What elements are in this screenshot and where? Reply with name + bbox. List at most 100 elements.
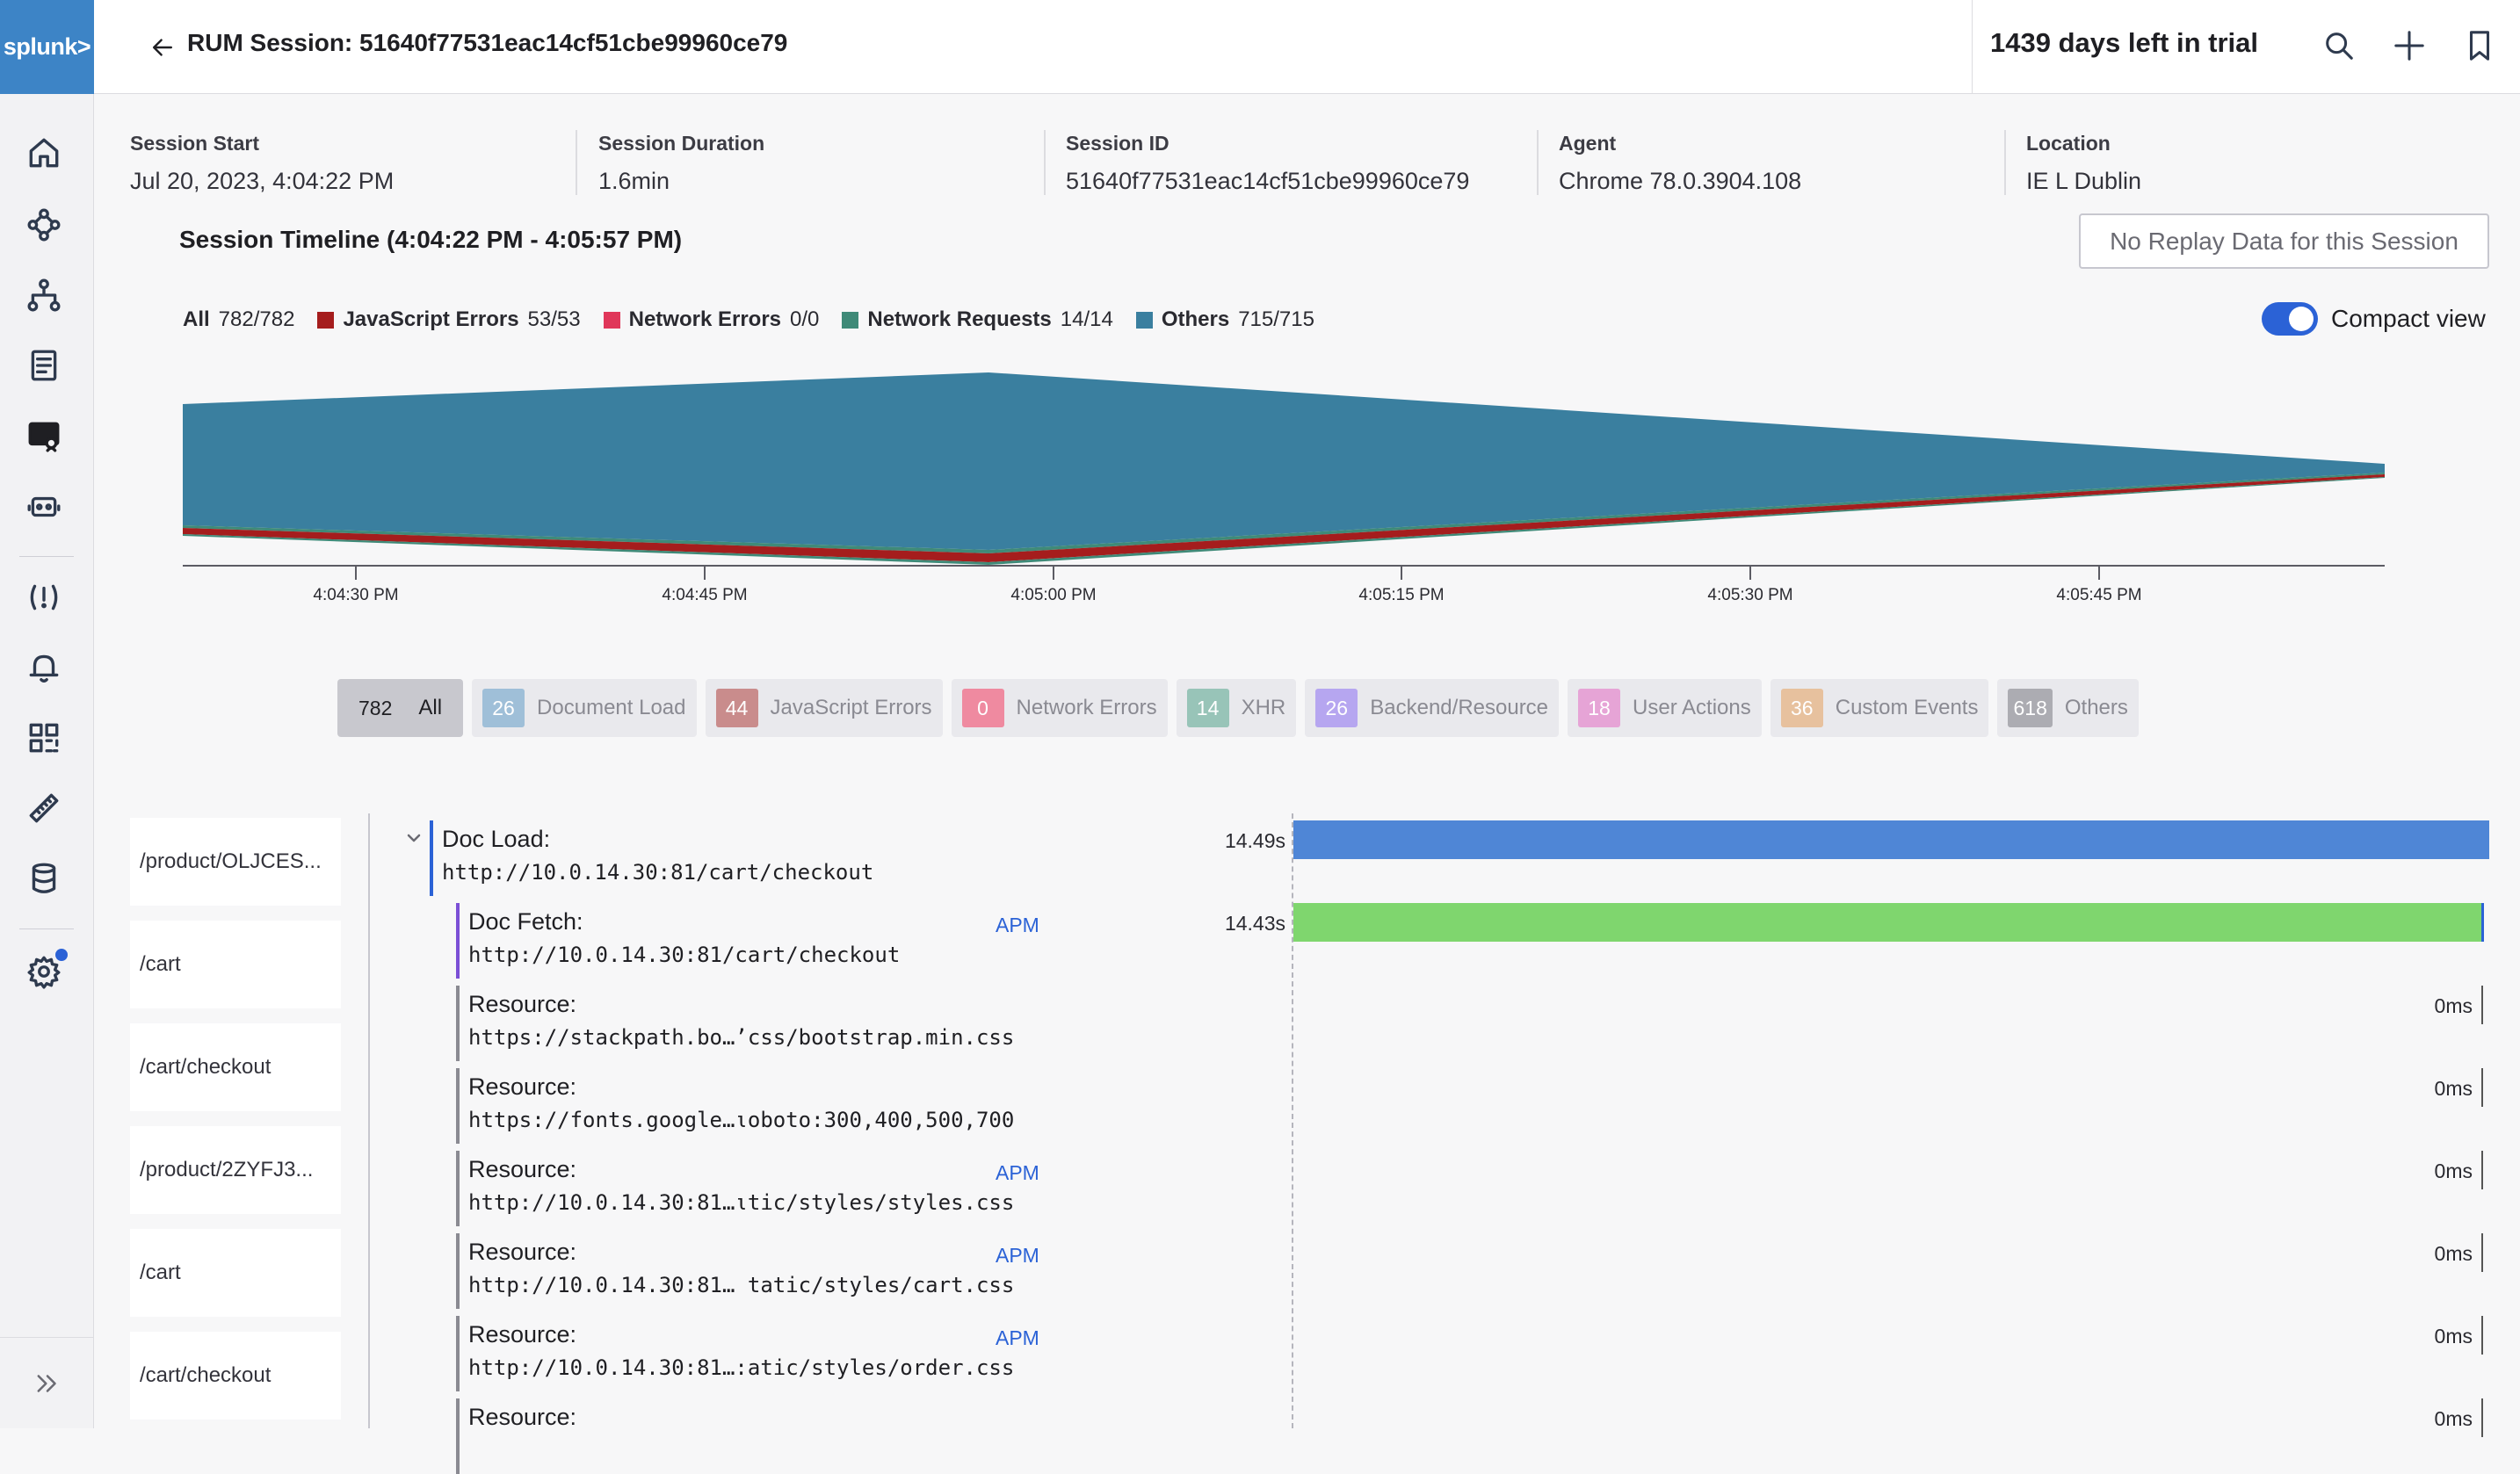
zero-duration-marker xyxy=(2481,1151,2483,1189)
compact-view-toggle[interactable] xyxy=(2262,302,2318,336)
filter-chip[interactable]: 26 Backend/Resource xyxy=(1305,679,1560,737)
event-duration: 0ms xyxy=(2434,1160,2473,1182)
filter-chip[interactable]: 0 Network Errors xyxy=(951,679,1168,737)
apm-link[interactable]: APM xyxy=(996,1326,1039,1350)
nav-divider xyxy=(19,556,74,557)
filter-chip[interactable]: 782 All xyxy=(337,679,464,737)
session-start: Session Start Jul 20, 2023, 4:04:22 PM xyxy=(130,132,394,195)
back-arrow-icon[interactable] xyxy=(143,28,182,67)
zero-duration-marker xyxy=(2481,1316,2483,1355)
filter-chip[interactable]: 36 Custom Events xyxy=(1770,679,1989,737)
event-duration: 0ms xyxy=(2434,1407,2473,1430)
trial-divider xyxy=(1972,0,1973,93)
session-id-value: 51640f77531eac14cf51cbe99960ce79 xyxy=(1066,168,1470,194)
event-type-filters: 782 All 26 Document Load 44 JavaScript Errors… xyxy=(337,679,2147,737)
legend-item[interactable]: All 782/782 xyxy=(183,307,294,332)
legend-item[interactable]: JavaScript Errors 53/53 xyxy=(317,307,581,332)
filter-chip-label: Document Load xyxy=(537,696,686,719)
rum-browser-icon[interactable] xyxy=(25,416,63,455)
ruler-icon[interactable] xyxy=(25,789,63,827)
event-row[interactable]: Resource: https://fonts.google…ιoboto:300… xyxy=(456,1068,1071,1144)
filter-chip-count: 26 xyxy=(1315,689,1358,727)
event-duration: 14.49s xyxy=(1224,829,1285,852)
filter-chip[interactable]: 18 User Actions xyxy=(1568,679,1762,737)
event-row[interactable]: Resource: http://10.0.14.30:81…:atic/styl… xyxy=(456,1316,1071,1391)
database-icon[interactable] xyxy=(25,859,63,898)
doc-load-duration-bar[interactable] xyxy=(1293,820,2489,859)
plus-icon[interactable] xyxy=(2388,25,2430,67)
event-row[interactable]: Doc Load: http://10.0.14.30:81/cart/check… xyxy=(430,820,1045,896)
legend-item[interactable]: Network Errors 0/0 xyxy=(603,307,819,332)
event-title: Resource: xyxy=(468,1156,577,1182)
legend-count: 14/14 xyxy=(1060,307,1113,331)
bell-icon[interactable] xyxy=(25,648,63,687)
event-row[interactable]: Doc Fetch: http://10.0.14.30:81/cart/chec… xyxy=(456,903,1071,979)
page-list-item[interactable]: /cart/checkout xyxy=(130,1023,341,1111)
apm-link[interactable]: APM xyxy=(996,1161,1039,1185)
page-list-item[interactable]: /cart xyxy=(130,1229,341,1317)
event-indicator xyxy=(430,820,433,896)
synthetics-robot-icon[interactable] xyxy=(25,487,63,525)
event-indicator xyxy=(456,1151,460,1226)
legend-swatch xyxy=(1135,311,1153,329)
apm-link[interactable]: APM xyxy=(996,914,1039,937)
meta-divider xyxy=(2004,130,2006,195)
event-row[interactable]: Resource: xyxy=(456,1398,1071,1474)
filter-chip[interactable]: 14 XHR xyxy=(1176,679,1297,737)
filter-chip-count: 618 xyxy=(2008,689,2053,727)
event-row[interactable]: Resource: http://10.0.14.30:81… tatic/sty… xyxy=(456,1233,1071,1309)
apm-link[interactable]: APM xyxy=(996,1244,1039,1268)
legend-swatch xyxy=(842,311,859,329)
event-title: Resource: xyxy=(468,1404,577,1430)
no-replay-button[interactable]: No Replay Data for this Session xyxy=(2079,213,2489,269)
agent-value: Chrome 78.0.3904.108 xyxy=(1559,168,1802,194)
service-map-icon[interactable] xyxy=(25,206,63,244)
event-row[interactable]: Resource: https://stackpath.bo…’css/boots… xyxy=(456,986,1071,1061)
filter-chip-label: Network Errors xyxy=(1016,696,1157,719)
filter-chip-label: JavaScript Errors xyxy=(770,696,932,719)
splunk-logo[interactable]: splunk> xyxy=(0,0,94,94)
logs-icon[interactable] xyxy=(25,346,63,385)
event-row[interactable]: Resource: http://10.0.14.30:81…ιtic/style… xyxy=(456,1151,1071,1226)
filter-chip-label: Custom Events xyxy=(1835,696,1979,719)
event-title: Doc Load: xyxy=(442,826,551,852)
zero-duration-marker xyxy=(2481,1233,2483,1272)
zero-duration-marker xyxy=(2481,1398,2483,1437)
page-list-item[interactable]: /cart/checkout xyxy=(130,1332,341,1420)
meta-divider xyxy=(1044,130,1046,195)
dashboards-grid-icon[interactable] xyxy=(25,719,63,757)
legend-item[interactable]: Others 715/715 xyxy=(1135,307,1314,332)
zero-duration-marker xyxy=(2481,1068,2483,1107)
filter-chip[interactable]: 26 Document Load xyxy=(472,679,697,737)
meta-divider xyxy=(576,130,577,195)
area-others xyxy=(183,372,2385,550)
page-list-item[interactable]: /product/OLJCES... xyxy=(130,818,341,906)
trial-banner[interactable]: 1439 days left in trial xyxy=(1990,27,2258,59)
page-list-item[interactable]: /product/2ZYFJ3... xyxy=(130,1126,341,1214)
legend-label: Others xyxy=(1161,307,1230,331)
filter-chip-count: 36 xyxy=(1780,689,1823,727)
expand-nav-button[interactable] xyxy=(0,1337,94,1428)
event-indicator xyxy=(456,1316,460,1391)
alerts-exclamation-icon[interactable] xyxy=(25,578,63,617)
filter-chip-count: 26 xyxy=(482,689,525,727)
legend-item[interactable]: Network Requests 14/14 xyxy=(842,307,1113,332)
session-duration-label: Session Duration xyxy=(598,132,765,155)
legend-label: Network Requests xyxy=(867,307,1052,331)
home-icon[interactable] xyxy=(25,134,63,172)
chevron-down-icon[interactable] xyxy=(405,829,423,847)
doc-fetch-duration-bar[interactable] xyxy=(1293,903,2481,942)
bookmark-icon[interactable] xyxy=(2458,25,2501,67)
search-icon[interactable] xyxy=(2318,25,2360,67)
hierarchy-icon[interactable] xyxy=(25,276,63,314)
logo-text: splunk> xyxy=(3,33,91,60)
filter-chip-label: Backend/Resource xyxy=(1370,696,1549,719)
location-value: IE L Dublin xyxy=(2026,168,2142,194)
event-indicator xyxy=(456,1233,460,1309)
legend-count: 782/782 xyxy=(218,307,295,331)
compact-view-label: Compact view xyxy=(2331,305,2486,332)
filter-chip[interactable]: 618 Others xyxy=(1997,679,2139,737)
filter-chip[interactable]: 44 JavaScript Errors xyxy=(705,679,943,737)
event-duration: 0ms xyxy=(2434,1242,2473,1265)
page-list-item[interactable]: /cart xyxy=(130,921,341,1008)
